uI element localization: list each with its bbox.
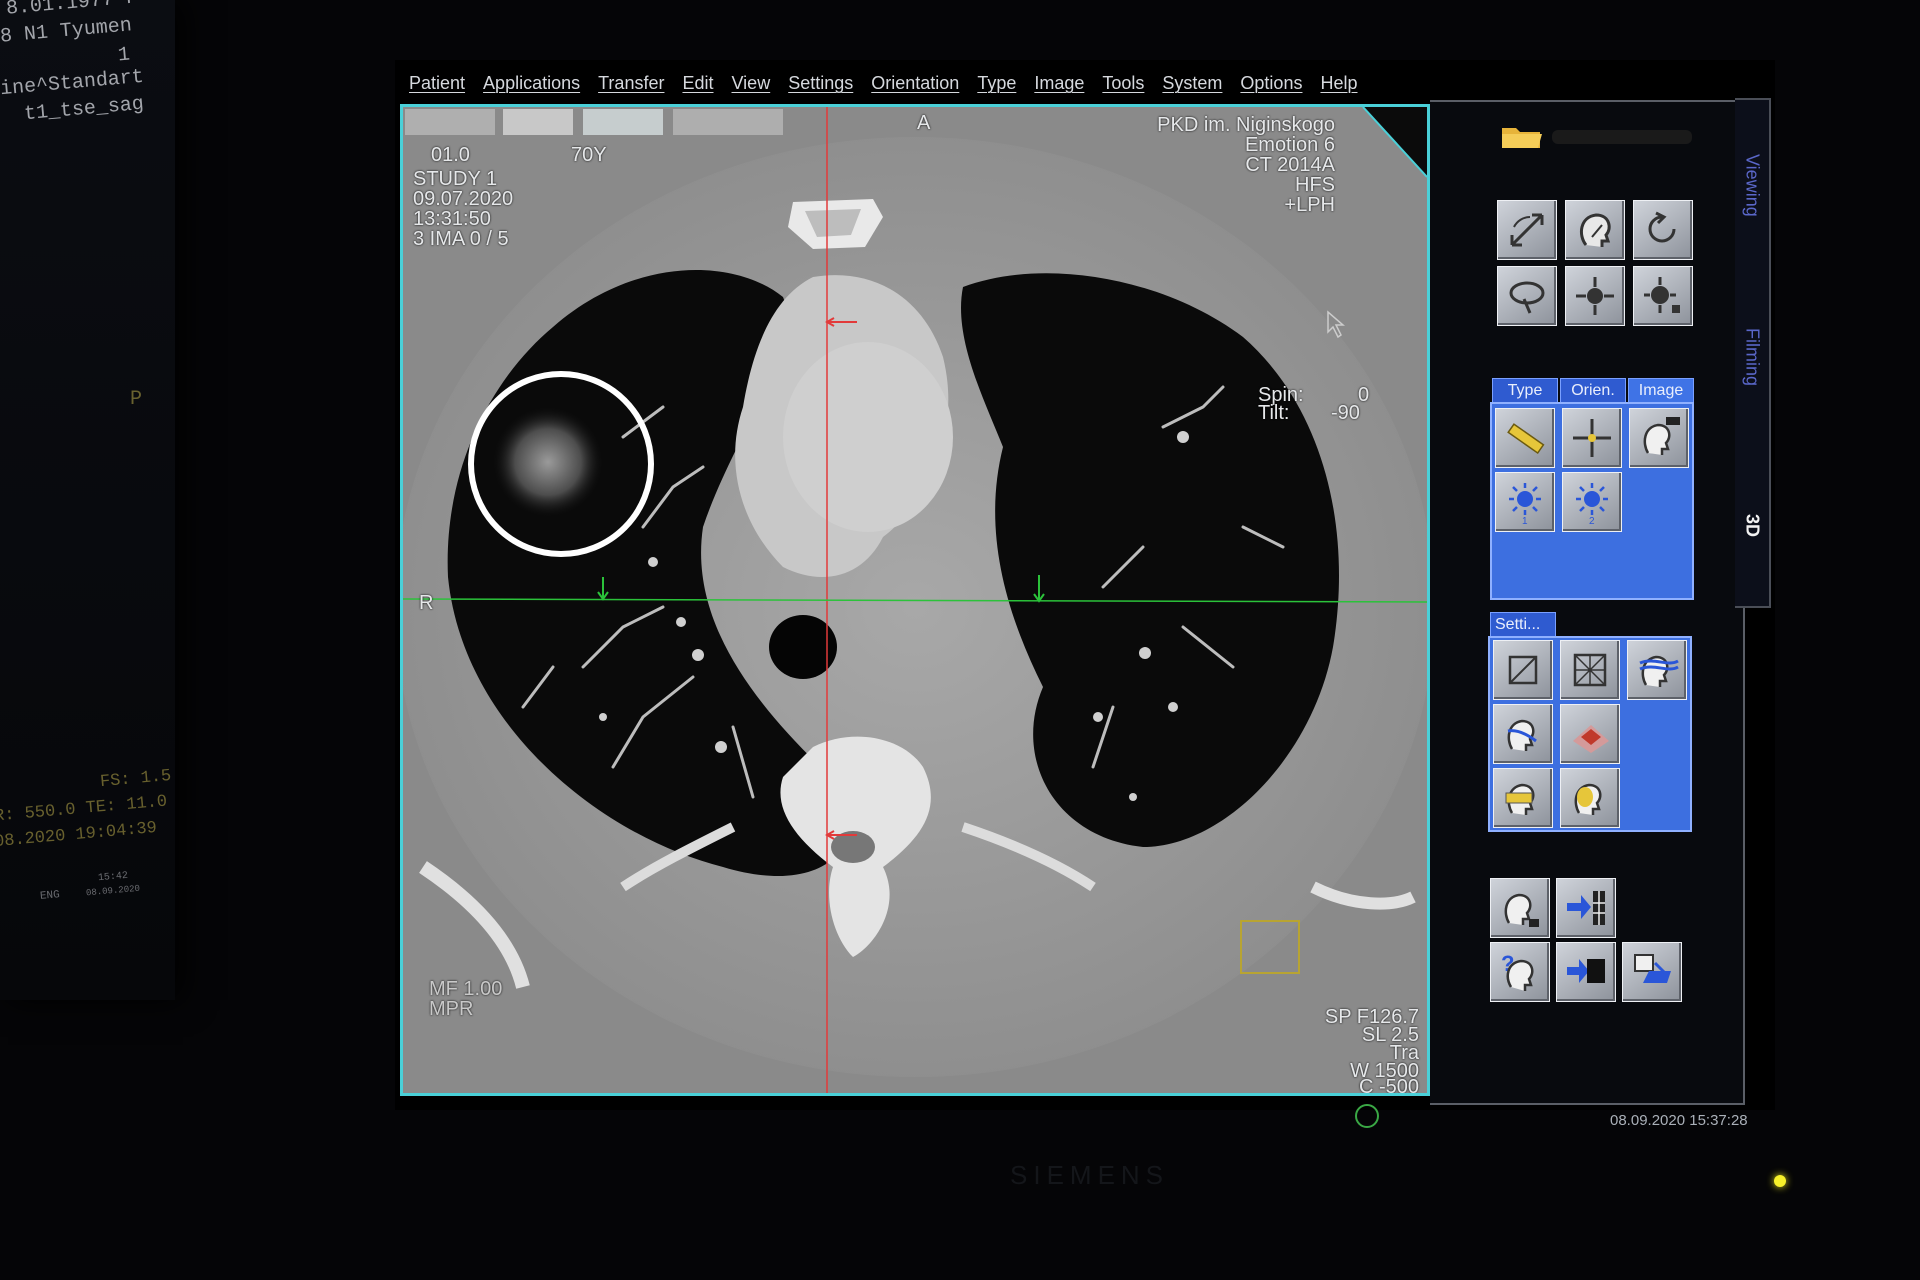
crosshair-icon[interactable]: [1562, 408, 1622, 468]
ct-axial-image: [403, 107, 1427, 1093]
overlay-software: CT 2014A: [1245, 154, 1335, 176]
tab-settings[interactable]: Setti...: [1490, 612, 1556, 636]
lm-marker: P: [130, 388, 143, 411]
clip-plane-icon[interactable]: [1493, 640, 1553, 700]
menu-help[interactable]: Help: [1311, 66, 1366, 100]
lung-nodule: [493, 407, 603, 517]
ct-image-viewport[interactable]: 01.0 70Y STUDY 1 09.07.2020 13:31:50 3 I…: [400, 104, 1430, 1096]
help-image-button[interactable]: ?: [1490, 942, 1550, 1002]
menu-type[interactable]: Type: [968, 66, 1025, 100]
tab-viewing[interactable]: Viewing: [1735, 100, 1769, 270]
head-yellow-region-icon[interactable]: [1560, 768, 1620, 828]
menu-system[interactable]: System: [1153, 66, 1231, 100]
menu-tools[interactable]: Tools: [1093, 66, 1153, 100]
rotate-3d-button[interactable]: [1497, 200, 1557, 260]
menu-image[interactable]: Image: [1025, 66, 1093, 100]
head-slab-icon[interactable]: [1627, 640, 1687, 700]
menu-transfer[interactable]: Transfer: [589, 66, 673, 100]
brightness-2-icon[interactable]: 2: [1562, 472, 1622, 532]
tab-filming[interactable]: Filming: [1735, 272, 1769, 442]
overlay-magnification: MF 1.00: [429, 978, 503, 1000]
pan-button[interactable]: [1565, 266, 1625, 326]
grid-box-icon[interactable]: [1560, 640, 1620, 700]
overlay-age: 70Y: [571, 144, 607, 166]
monitor-brand: SIEMENS: [1010, 1160, 1170, 1190]
lm-taskbar-lang: ENG: [39, 889, 61, 903]
power-led: [1774, 1175, 1786, 1187]
overlay-window-center: C -500: [1358, 1076, 1419, 1096]
tab-3d[interactable]: 3D: [1735, 444, 1769, 608]
orbit-button[interactable]: [1497, 266, 1557, 326]
system-timestamp: 08.09.2020 15:37:28: [1610, 1112, 1748, 1129]
zoom-button[interactable]: [1633, 266, 1693, 326]
ruler-icon[interactable]: [1495, 408, 1555, 468]
overlay-date: 09.07.2020: [413, 188, 514, 210]
save-to-folder-button[interactable]: [1622, 942, 1682, 1002]
side-tab-strip: Viewing Filming 3D: [1735, 98, 1771, 608]
overlay-study: STUDY 1: [413, 168, 498, 190]
svg-text:1: 1: [1522, 516, 1528, 525]
adjacent-monitor: 8.01.1977 F 8 N1 Tyumen 1 ine^Standart t…: [0, 0, 175, 1000]
menu-bar: Patient Applications Transfer Edit View …: [400, 66, 1367, 100]
folder-icon[interactable]: [1500, 124, 1544, 150]
lm-line: t1_tse_sag: [23, 92, 145, 127]
layout-export-button[interactable]: [1556, 878, 1616, 938]
overlay-coord-system: +LPH: [1284, 194, 1335, 216]
lm-taskbar-time: 15:42: [97, 870, 129, 885]
overlay-institution: PKD im. Niginskogo: [1157, 114, 1335, 136]
overlay-mpr: MPR: [429, 998, 474, 1020]
tilt-value: -90: [1331, 402, 1360, 424]
orientation-right: R: [419, 592, 434, 614]
menu-options[interactable]: Options: [1231, 66, 1311, 100]
overlay-id-partial: 01.0: [431, 144, 470, 166]
volume-render-icon[interactable]: [1560, 704, 1620, 764]
status-clock-icon: [1355, 1104, 1379, 1128]
menu-patient[interactable]: Patient: [400, 66, 474, 100]
head-xyz-icon[interactable]: [1629, 408, 1689, 468]
overlay-time: 13:31:50: [413, 208, 491, 230]
lm-param: FS: 1.5: [99, 766, 173, 793]
menu-edit[interactable]: Edit: [673, 66, 722, 100]
redacted-patient-name: [1552, 130, 1692, 144]
menu-settings[interactable]: Settings: [779, 66, 862, 100]
head-view-button[interactable]: [1565, 200, 1625, 260]
menu-view[interactable]: View: [723, 66, 780, 100]
lm-taskbar-date: 08.09.2020: [85, 883, 141, 899]
overlay-scanner: Emotion 6: [1244, 134, 1335, 156]
brightness-1-icon[interactable]: 1: [1495, 472, 1555, 532]
orientation-anterior: A: [917, 112, 931, 134]
undo-rotate-button[interactable]: [1633, 200, 1693, 260]
svg-text:2: 2: [1589, 516, 1595, 525]
menu-orientation[interactable]: Orientation: [862, 66, 968, 100]
tilt-label: Tilt:: [1258, 402, 1290, 424]
menu-applications[interactable]: Applications: [474, 66, 589, 100]
head-cut-icon[interactable]: [1493, 704, 1553, 764]
head-yellow-slab-icon[interactable]: [1493, 768, 1553, 828]
load-image-button[interactable]: [1490, 878, 1550, 938]
overlay-image-index: 3 IMA 0 / 5: [413, 228, 509, 250]
send-to-film-button[interactable]: [1556, 942, 1616, 1002]
tab-orientation[interactable]: Orien.: [1560, 378, 1626, 402]
lm-line: 1: [117, 43, 131, 68]
overlay-position: HFS: [1295, 174, 1335, 196]
tab-image[interactable]: Image: [1628, 378, 1694, 402]
tab-type[interactable]: Type: [1492, 378, 1558, 402]
